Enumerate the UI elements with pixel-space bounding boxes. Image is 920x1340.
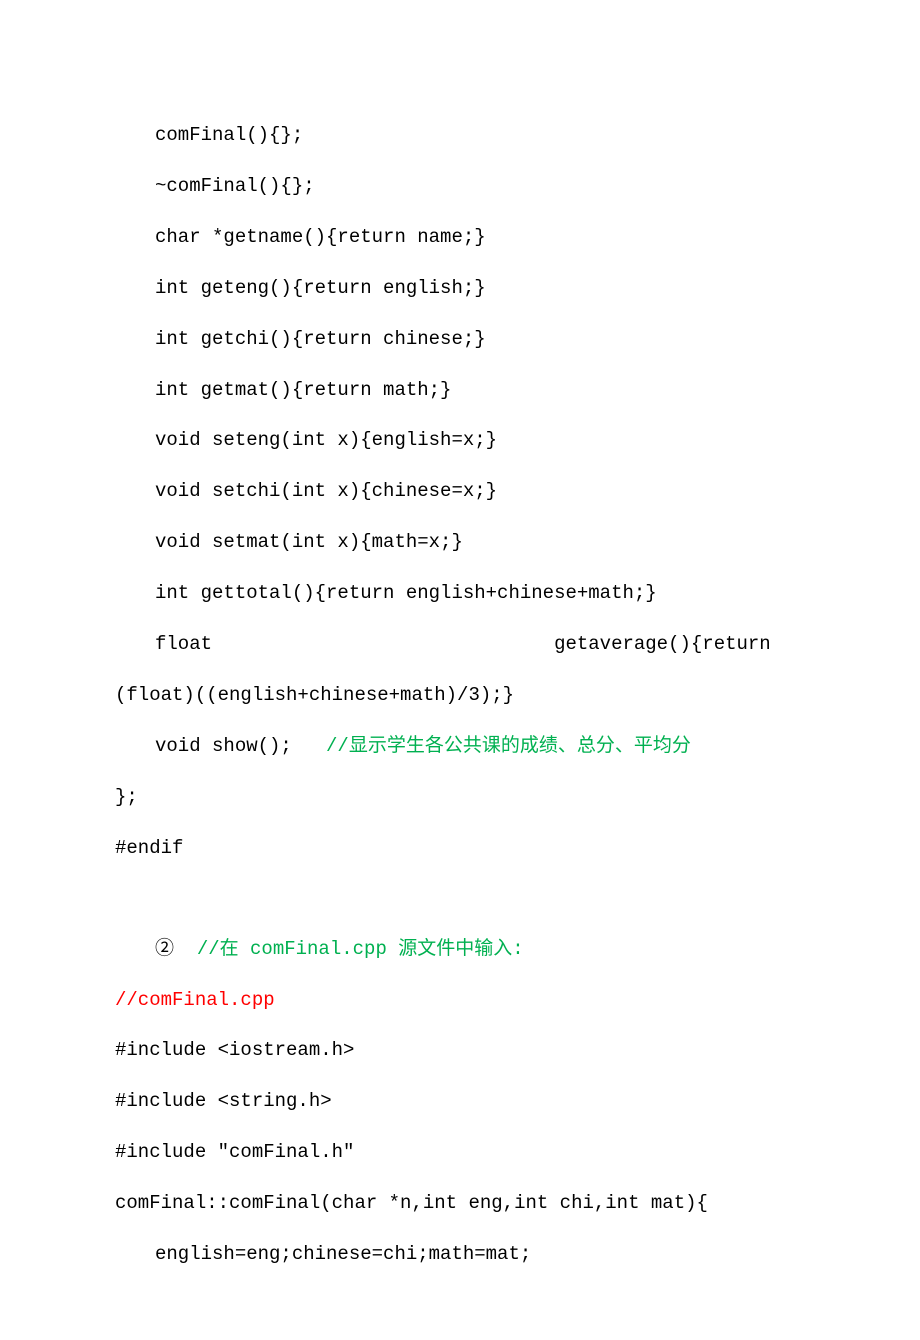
code-segment: #include "comFinal.h" — [115, 1141, 354, 1163]
code-segment: int getmat(){return math;} — [155, 379, 451, 401]
section2-header: ② //在 comFinal.cpp 源文件中输入: — [115, 924, 805, 975]
code-line: int gettotal(){return english+chinese+ma… — [115, 568, 805, 619]
code-segment: void setchi(int x){chinese=x;} — [155, 480, 497, 502]
code-line: #endif — [115, 823, 805, 874]
code-line: void show(); //显示学生各公共课的成绩、总分、平均分 — [115, 721, 805, 772]
code-line: english=eng;chinese=chi;math=mat; — [115, 1229, 805, 1280]
code-line: void seteng(int x){english=x;} — [115, 415, 805, 466]
code-segment: int getchi(){return chinese;} — [155, 328, 486, 350]
code-segment: (float)((english+chinese+math)/3);} — [115, 684, 514, 706]
code-line: }; — [115, 772, 805, 823]
code-segment: //在 comFinal.cpp 源文件中输入: — [197, 938, 524, 960]
code-line: ~comFinal(){}; — [115, 161, 805, 212]
code-block-2: //comFinal.cpp #include <iostream.h> #incl… — [115, 975, 805, 1280]
code-line: #include <string.h> — [115, 1076, 805, 1127]
code-line: #include <iostream.h> — [115, 1025, 805, 1076]
code-segment: #endif — [115, 837, 183, 859]
code-line: //comFinal.cpp — [115, 975, 805, 1026]
code-segment: int geteng(){return english;} — [155, 277, 486, 299]
code-segment: int gettotal(){return english+chinese+ma… — [155, 582, 657, 604]
code-line: int geteng(){return english;} — [115, 263, 805, 314]
code-segment: english=eng;chinese=chi;math=mat; — [155, 1243, 531, 1265]
code-segment: comFinal::comFinal(char *n,int eng,int c… — [115, 1192, 708, 1214]
code-line: int getchi(){return chinese;} — [115, 314, 805, 365]
code-segment: comFinal(){}; — [155, 124, 303, 146]
code-segment: //显示学生各公共课的成绩、总分、平均分 — [326, 735, 691, 757]
code-segment: ② — [155, 938, 197, 960]
code-line: char *getname(){return name;} — [115, 212, 805, 263]
code-line: #include "comFinal.h" — [115, 1127, 805, 1178]
code-segment: void show(); — [155, 735, 326, 757]
code-segment: }; — [115, 786, 138, 808]
code-segment: ~comFinal(){}; — [155, 175, 315, 197]
code-line: comFinal::comFinal(char *n,int eng,int c… — [115, 1178, 805, 1229]
code-segment: char *getname(){return name;} — [155, 226, 486, 248]
code-line: (float)((english+chinese+math)/3);} — [115, 670, 805, 721]
code-line: int getmat(){return math;} — [115, 365, 805, 416]
code-segment: void setmat(int x){math=x;} — [155, 531, 463, 553]
document-page: comFinal(){}; ~comFinal(){}; char *getname… — [0, 0, 920, 1340]
code-segment: float getaverage(){return — [155, 633, 771, 655]
section-gap — [115, 874, 805, 924]
code-segment: void seteng(int x){english=x;} — [155, 429, 497, 451]
code-segment: #include <string.h> — [115, 1090, 332, 1112]
code-segment: //comFinal.cpp — [115, 989, 275, 1011]
code-line: void setmat(int x){math=x;} — [115, 517, 805, 568]
code-segment: #include <iostream.h> — [115, 1039, 354, 1061]
code-block-1: comFinal(){}; ~comFinal(){}; char *getname… — [115, 110, 805, 874]
section-header-line: ② //在 comFinal.cpp 源文件中输入: — [115, 924, 805, 975]
code-line: void setchi(int x){chinese=x;} — [115, 466, 805, 517]
code-line: float getaverage(){return — [115, 619, 805, 670]
code-line: comFinal(){}; — [115, 110, 805, 161]
